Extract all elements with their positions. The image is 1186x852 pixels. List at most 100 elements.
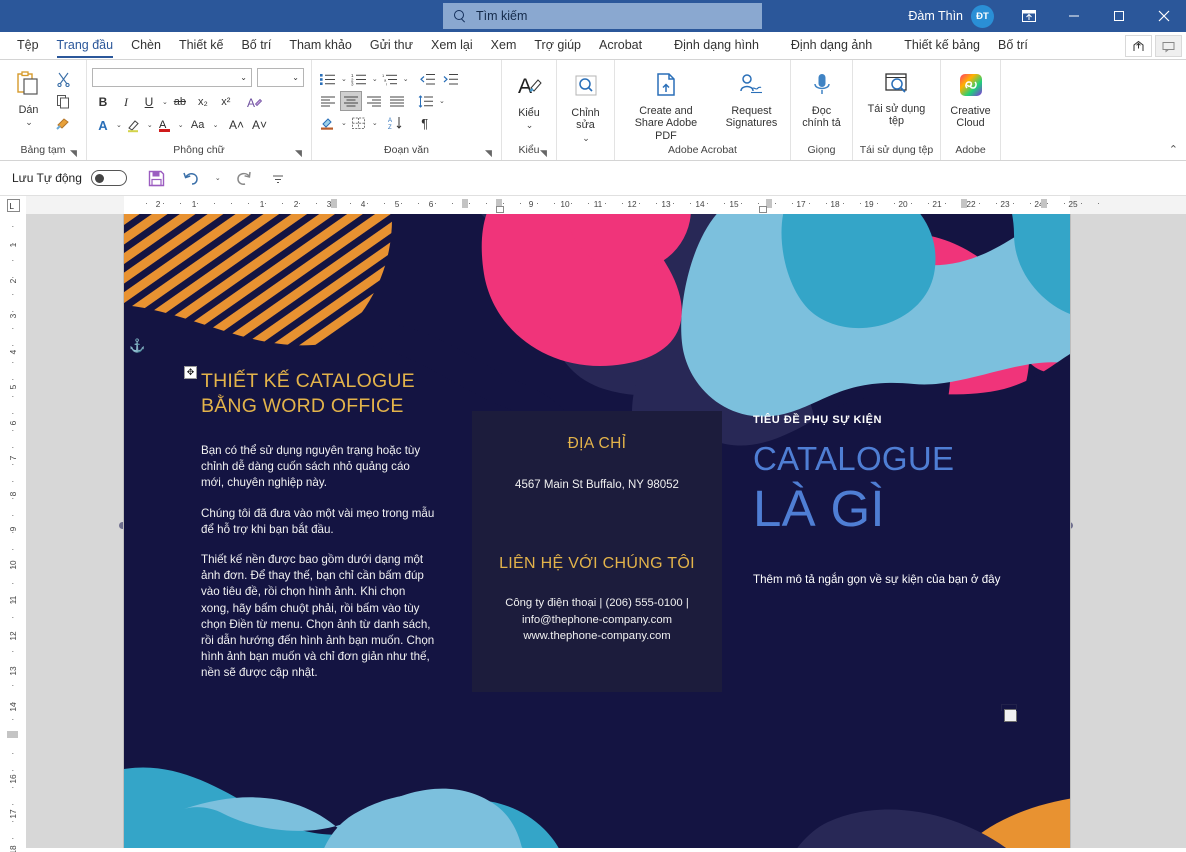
dialog-launcher-icon[interactable]: ◥ bbox=[540, 148, 551, 159]
decrease-indent-icon[interactable] bbox=[417, 69, 439, 89]
tab-gui-thu[interactable]: Gửi thư bbox=[361, 34, 422, 59]
tab-bo-tri-bang[interactable]: Bố trí bbox=[989, 34, 1037, 59]
minimize-icon[interactable] bbox=[1051, 0, 1096, 32]
ribbon-display-options-icon[interactable] bbox=[1006, 0, 1051, 32]
save-icon[interactable] bbox=[144, 166, 170, 190]
bold-icon[interactable]: B bbox=[92, 92, 114, 112]
subscript-icon[interactable]: x₂ bbox=[192, 92, 214, 112]
superscript-icon[interactable]: x² bbox=[215, 92, 237, 112]
show-formatting-marks-icon[interactable]: ¶ bbox=[414, 113, 436, 133]
text-effects-icon[interactable]: A bbox=[92, 115, 114, 135]
selection-handle[interactable] bbox=[1004, 709, 1017, 722]
strikethrough-icon[interactable]: ab bbox=[169, 92, 191, 112]
vertical-ruler[interactable]: 123456789101112131416171819 bbox=[0, 214, 26, 848]
underline-icon[interactable]: U bbox=[138, 92, 160, 112]
line-spacing-icon[interactable] bbox=[415, 91, 437, 111]
right-text-column[interactable]: TIÊU ĐỀ PHỤ SỰ KIỆN CATALOGUE LÀ GÌ Thêm… bbox=[753, 414, 1028, 589]
ruler-indent-marker[interactable] bbox=[759, 206, 767, 213]
align-left-icon[interactable] bbox=[317, 91, 339, 111]
chevron-down-icon[interactable]: ⌄ bbox=[372, 119, 378, 127]
clear-formatting-icon[interactable]: A bbox=[244, 92, 266, 112]
borders-icon[interactable] bbox=[348, 113, 370, 133]
search-input[interactable]: Tìm kiếm bbox=[443, 3, 762, 29]
chevron-down-icon[interactable]: ⌄ bbox=[240, 73, 247, 82]
left-text-column[interactable]: THIẾT KẾ CATALOGUE BẰNG WORD OFFICE Bạn … bbox=[201, 369, 436, 682]
tab-thiet-ke[interactable]: Thiết kế bbox=[170, 34, 232, 59]
italic-icon[interactable]: I bbox=[115, 92, 137, 112]
undo-chevron-down-icon[interactable]: ⌄ bbox=[215, 174, 221, 182]
numbering-icon[interactable]: 123 bbox=[348, 69, 370, 89]
shrink-font-icon[interactable]: A˅ bbox=[249, 115, 271, 135]
tab-acrobat[interactable]: Acrobat bbox=[590, 34, 651, 59]
close-icon[interactable] bbox=[1141, 0, 1186, 32]
editing-button[interactable]: Chỉnh sửa ⌄ bbox=[562, 71, 609, 144]
format-painter-icon[interactable] bbox=[52, 113, 74, 133]
document-page[interactable]: ⚓ ✥ THIẾT KẾ CATALOGUE BẰNG WORD OFFICE … bbox=[124, 214, 1070, 848]
chevron-down-icon[interactable]: ⌄ bbox=[178, 121, 184, 129]
chevron-down-icon[interactable]: ⌄ bbox=[439, 97, 445, 105]
font-color-icon[interactable]: A bbox=[154, 115, 176, 135]
shading-icon[interactable] bbox=[317, 113, 339, 133]
move-handle-icon[interactable]: ✥ bbox=[184, 366, 197, 379]
tab-stop-selector[interactable]: L bbox=[0, 196, 26, 214]
chevron-down-icon[interactable]: ⌄ bbox=[162, 98, 168, 106]
tab-tep[interactable]: Tệp bbox=[8, 34, 48, 59]
chevron-down-icon[interactable]: ⌄ bbox=[582, 132, 590, 145]
autosave-toggle[interactable] bbox=[91, 170, 127, 186]
chevron-down-icon[interactable]: ⌄ bbox=[372, 75, 378, 83]
styles-button[interactable]: A Kiểu ⌄ bbox=[509, 71, 549, 132]
text-highlight-icon[interactable] bbox=[123, 115, 145, 135]
chevron-down-icon[interactable]: ⌄ bbox=[213, 121, 219, 129]
chevron-down-icon[interactable]: ⌄ bbox=[25, 116, 33, 129]
avatar[interactable]: ĐT bbox=[971, 5, 994, 28]
collapse-ribbon-button[interactable]: ⌃ bbox=[1169, 143, 1178, 156]
contact-card[interactable]: ĐỊA CHỈ 4567 Main St Buffalo, NY 98052 L… bbox=[472, 411, 722, 692]
horizontal-ruler[interactable]: L 21123456910111213141517181920212223242… bbox=[0, 196, 1186, 214]
align-center-icon[interactable] bbox=[340, 91, 362, 111]
creative-cloud-button[interactable]: Creative Cloud bbox=[944, 69, 996, 130]
account-name[interactable]: Đàm Thìn bbox=[908, 9, 963, 23]
cut-icon[interactable] bbox=[52, 69, 74, 89]
chevron-down-icon[interactable]: ⌄ bbox=[403, 75, 409, 83]
change-case-icon[interactable]: Aa bbox=[185, 115, 211, 135]
document-area[interactable]: ⚓ ✥ THIẾT KẾ CATALOGUE BẰNG WORD OFFICE … bbox=[26, 214, 1186, 848]
grow-font-icon[interactable]: A˄ bbox=[226, 115, 248, 135]
chevron-down-icon[interactable]: ⌄ bbox=[341, 119, 347, 127]
paste-button[interactable]: Dán ⌄ bbox=[5, 67, 52, 129]
dialog-launcher-icon[interactable]: ◥ bbox=[295, 148, 306, 159]
chevron-down-icon[interactable]: ⌄ bbox=[116, 121, 122, 129]
align-right-icon[interactable] bbox=[363, 91, 385, 111]
chevron-down-icon[interactable]: ⌄ bbox=[147, 121, 153, 129]
comments-icon[interactable] bbox=[1155, 35, 1182, 57]
tab-chen[interactable]: Chèn bbox=[122, 34, 170, 59]
reuse-files-button[interactable]: Tái sử dụng tệp bbox=[858, 69, 935, 128]
dialog-launcher-icon[interactable]: ◥ bbox=[70, 148, 81, 159]
redo-icon[interactable] bbox=[230, 166, 256, 190]
justify-icon[interactable] bbox=[386, 91, 408, 111]
chevron-down-icon[interactable]: ⌄ bbox=[292, 73, 299, 82]
copy-icon[interactable] bbox=[52, 91, 74, 111]
tab-bo-tri[interactable]: Bố trí bbox=[232, 34, 280, 59]
create-and-share-pdf-button[interactable]: Create and Share Adobe PDF bbox=[620, 69, 712, 142]
sort-icon[interactable]: AZ bbox=[385, 113, 407, 133]
dialog-launcher-icon[interactable]: ◥ bbox=[485, 148, 496, 159]
tab-xem[interactable]: Xem bbox=[482, 34, 526, 59]
share-icon[interactable] bbox=[1125, 35, 1152, 57]
request-signatures-button[interactable]: Request Signatures bbox=[718, 69, 785, 130]
undo-icon[interactable] bbox=[179, 166, 205, 190]
chevron-down-icon[interactable]: ⌄ bbox=[341, 75, 347, 83]
bullets-icon[interactable] bbox=[317, 69, 339, 89]
horizontal-ruler-track[interactable]: 211234569101112131415171819202122232425 bbox=[26, 196, 1186, 214]
tab-thiet-ke-bang[interactable]: Thiết kế bảng bbox=[895, 34, 989, 59]
font-size-combobox[interactable]: ⌄ bbox=[257, 68, 304, 87]
tab-tro-giup[interactable]: Trợ giúp bbox=[525, 34, 590, 59]
dictate-button[interactable]: Đọc chính tả bbox=[796, 69, 847, 130]
tab-tham-khao[interactable]: Tham khảo bbox=[280, 34, 361, 59]
tab-xem-lai[interactable]: Xem lại bbox=[422, 34, 482, 59]
font-name-combobox[interactable]: ⌄ bbox=[92, 68, 252, 87]
tab-dinh-dang-hinh[interactable]: Định dạng hình bbox=[665, 34, 768, 59]
tab-trang-dau[interactable]: Trang đầu bbox=[48, 34, 123, 59]
customize-quick-access-icon[interactable] bbox=[265, 166, 291, 190]
increase-indent-icon[interactable] bbox=[440, 69, 462, 89]
chevron-down-icon[interactable]: ⌄ bbox=[526, 119, 534, 132]
